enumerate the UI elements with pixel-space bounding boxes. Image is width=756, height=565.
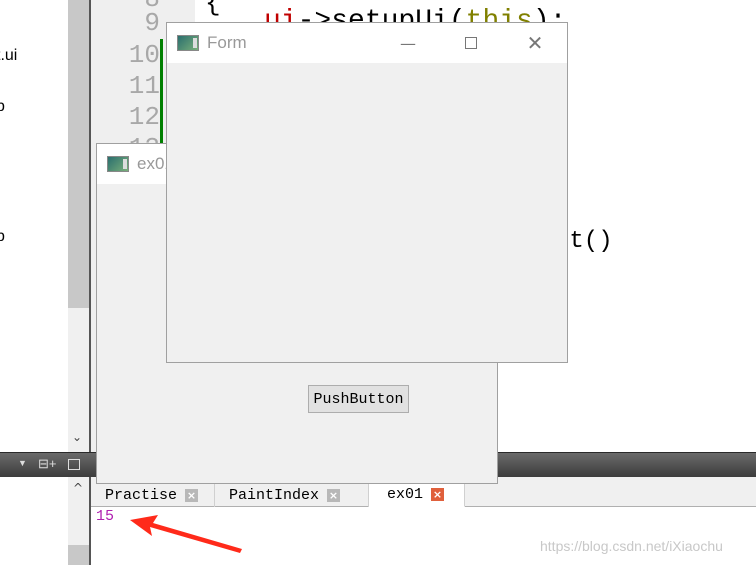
arrow-icon: [130, 515, 242, 553]
annotation-arrow: [130, 515, 242, 553]
